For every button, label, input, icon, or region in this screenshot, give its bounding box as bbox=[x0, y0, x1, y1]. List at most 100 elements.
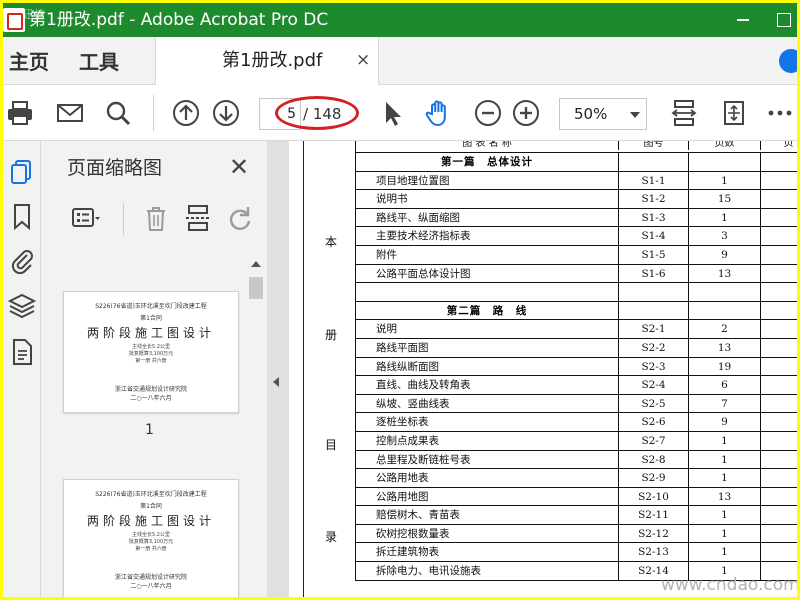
row-code: S2-11 bbox=[618, 506, 688, 524]
row-extra bbox=[760, 450, 797, 469]
thumbnail-institute-line: 浙江省交通规划设计研究院 bbox=[114, 574, 187, 581]
row-code: S1-5 bbox=[618, 245, 688, 264]
row-code: S2-13 bbox=[618, 543, 688, 562]
thumbnail-heading: 两阶段施工图设计 bbox=[86, 514, 215, 528]
zoom-out-icon[interactable] bbox=[473, 98, 503, 128]
help-icon[interactable] bbox=[779, 49, 797, 73]
table-cell bbox=[760, 301, 797, 320]
row-code: S2-10 bbox=[618, 487, 688, 506]
row-name: 说明书 bbox=[376, 193, 408, 206]
tab-tools[interactable]: 工具 bbox=[79, 49, 119, 75]
more-icon[interactable] bbox=[765, 98, 795, 128]
chevron-down-icon bbox=[630, 112, 640, 118]
row-pages: 1 bbox=[688, 469, 760, 487]
table-row: 逐桩坐标表 S2-6 9 bbox=[356, 413, 797, 432]
thumbnail-detail-line: 批复概算3,100万元 bbox=[128, 351, 174, 357]
row-extra bbox=[760, 487, 797, 506]
select-arrow-icon[interactable] bbox=[377, 98, 407, 128]
mail-icon[interactable] bbox=[55, 98, 85, 128]
minimize-icon[interactable] bbox=[737, 19, 749, 21]
row-extra bbox=[760, 264, 797, 283]
table-row: 路线平、纵面缩图 S1-3 1 bbox=[356, 208, 797, 228]
row-code: S2-7 bbox=[618, 431, 688, 450]
document-view[interactable]: 本 册 目 录 图 表 名 称 图号 页数 页 第一篇 总体设计 项目地理位置图 S… bbox=[289, 141, 797, 597]
search-icon[interactable] bbox=[103, 98, 133, 128]
table-cell bbox=[618, 301, 688, 320]
row-extra bbox=[760, 190, 797, 208]
zoom-select[interactable]: 50% bbox=[559, 98, 647, 130]
acrobat-window: 迅捷 第1册改.pdf - Adobe Acrobat Pro DC 主页 工具… bbox=[3, 3, 797, 597]
delete-page-icon[interactable] bbox=[141, 203, 171, 233]
row-extra bbox=[760, 208, 797, 227]
scrollbar-thumb[interactable] bbox=[249, 277, 263, 299]
thumbnail-detail-line: 批复概算3,100万元 bbox=[128, 539, 174, 545]
thumbnail-project-line: S226(76省道)玉环北溪至坎门段改建工程 bbox=[95, 491, 207, 498]
row-extra bbox=[760, 171, 797, 190]
layers-icon[interactable] bbox=[7, 291, 37, 321]
zoom-value: 50% bbox=[574, 105, 608, 123]
row-pages bbox=[688, 283, 760, 301]
row-pages: 6 bbox=[688, 376, 760, 394]
row-pages: 1 bbox=[688, 524, 760, 543]
document-properties-icon[interactable] bbox=[7, 337, 37, 367]
row-name: 附件 bbox=[376, 248, 397, 261]
row-pages: 13 bbox=[688, 487, 760, 506]
row-extra bbox=[760, 320, 797, 338]
row-extra bbox=[760, 283, 797, 301]
close-tab-icon[interactable]: × bbox=[356, 49, 370, 71]
panel-title: 页面缩略图 bbox=[67, 157, 163, 179]
bookmarks-icon[interactable] bbox=[7, 201, 37, 231]
highlight-annotation-oval bbox=[275, 96, 359, 130]
page-thumbnail[interactable]: S226(76省道)玉环北溪至坎门段改建工程 第1合同 两阶段施工图设计 主线全… bbox=[63, 479, 239, 597]
section-title: 第一篇 总体设计 bbox=[441, 156, 533, 168]
row-name: 拆除电力、电讯设施表 bbox=[376, 565, 481, 578]
panel-splitter[interactable] bbox=[267, 141, 289, 597]
row-pages: 1 bbox=[688, 506, 760, 524]
fit-width-icon[interactable] bbox=[669, 98, 699, 128]
extract-page-icon[interactable] bbox=[183, 203, 213, 233]
attachments-icon[interactable] bbox=[7, 245, 37, 275]
row-name: 砍树挖根数量表 bbox=[376, 527, 450, 540]
row-code: S1-3 bbox=[618, 208, 688, 227]
fit-page-icon[interactable] bbox=[719, 98, 749, 128]
table-row: 路线平面图 S2-2 13 bbox=[356, 338, 797, 358]
table-row: 附件 S1-5 9 bbox=[356, 245, 797, 265]
hand-tool-icon[interactable] bbox=[423, 98, 453, 128]
row-name: 赔偿树木、青苗表 bbox=[376, 509, 460, 522]
header-code: 图号 bbox=[618, 141, 688, 150]
document-tab-label: 第1册改.pdf bbox=[222, 50, 323, 71]
thumbnail-scrollbar[interactable] bbox=[247, 255, 265, 597]
row-pages: 1 bbox=[688, 431, 760, 450]
page-up-icon[interactable] bbox=[171, 98, 201, 128]
thumbnail-options-icon[interactable] bbox=[71, 203, 101, 233]
row-name: 直线、曲线及转角表 bbox=[376, 379, 471, 392]
tab-document[interactable]: 第1册改.pdf × bbox=[155, 37, 379, 85]
page-thumbnails-icon[interactable] bbox=[7, 157, 37, 187]
scroll-up-icon[interactable] bbox=[251, 261, 261, 267]
collapse-panel-icon[interactable] bbox=[273, 377, 279, 387]
rotate-page-icon[interactable] bbox=[225, 203, 255, 233]
row-extra bbox=[760, 245, 797, 264]
tab-home[interactable]: 主页 bbox=[9, 49, 49, 75]
table-row: 说明 S2-1 2 bbox=[356, 320, 797, 339]
close-panel-icon[interactable]: ✕ bbox=[229, 155, 249, 179]
page-thumbnail[interactable]: S226(76省道)玉环北溪至坎门段改建工程 第1合同 两阶段施工图设计 主线全… bbox=[63, 291, 239, 413]
section-row: 第二篇 路 线 bbox=[356, 301, 797, 321]
row-extra bbox=[760, 376, 797, 394]
row-pages: 19 bbox=[688, 357, 760, 376]
page-down-icon[interactable] bbox=[211, 98, 241, 128]
table-row: 总里程及断链桩号表 S2-8 1 bbox=[356, 450, 797, 470]
maximize-icon[interactable] bbox=[777, 13, 791, 27]
thumbnail-contract-line: 第1合同 bbox=[140, 503, 162, 510]
row-pages: 9 bbox=[688, 245, 760, 264]
row-name: 控制点成果表 bbox=[376, 434, 439, 447]
row-extra bbox=[760, 394, 797, 413]
table-row bbox=[356, 283, 797, 302]
thumbnail-detail-line: 主线全长5.2公里 bbox=[132, 532, 170, 538]
print-icon[interactable] bbox=[5, 98, 35, 128]
row-pages: 13 bbox=[688, 264, 760, 283]
zoom-in-icon[interactable] bbox=[511, 98, 541, 128]
thumbnail-panel: 页面缩略图 ✕ S226(76省道)玉环北溪至坎门段改建工程 第1合同 两阶段施… bbox=[41, 141, 267, 597]
row-code: S1-6 bbox=[618, 264, 688, 283]
row-code: S1-1 bbox=[618, 171, 688, 190]
